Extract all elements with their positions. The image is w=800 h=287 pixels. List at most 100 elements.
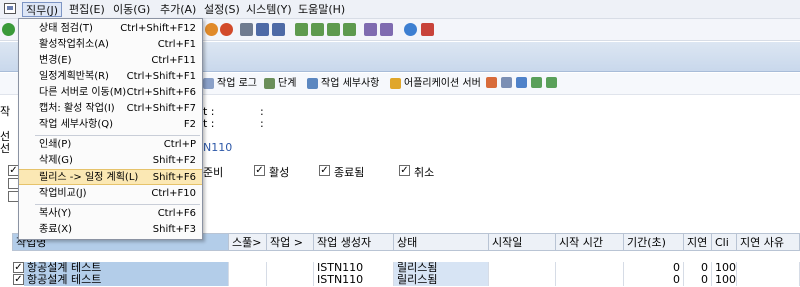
menu-item-release-schedule[interactable]: 릴리스 -> 일정 계획(L) Shift+F6 (19, 169, 202, 185)
menu-item-label: 변경(E) (39, 55, 72, 66)
menu-item-label: 릴리스 -> 일정 계획(L) (39, 172, 139, 183)
app-server-button[interactable]: 어플리케이션 서버 (390, 76, 481, 92)
menu-item-print[interactable]: 인쇄(P) Ctrl+P (19, 137, 202, 153)
menu-item-label: 작업 세부사항(Q) (39, 119, 114, 130)
job-log-button[interactable]: 작업 로그 (203, 76, 257, 92)
job-log-label: 작업 로그 (217, 78, 257, 89)
start-time-cell (556, 274, 624, 286)
field-label-fragment: t : (203, 117, 215, 130)
column-header-duration[interactable]: 기간(초) (624, 233, 684, 251)
previous-page-icon[interactable] (311, 23, 324, 36)
steps-label: 단계 (278, 78, 297, 89)
menu-item-shortcut: Ctrl+F11 (151, 55, 196, 66)
sort-descending-icon[interactable] (546, 77, 557, 88)
status-active-label: 활성 (269, 166, 290, 179)
window-icon[interactable] (4, 3, 16, 14)
menu-help[interactable]: 도움말(H) (295, 2, 348, 17)
job-name-cell: 항공설계 테스트 (24, 274, 229, 286)
delay-cell: 0 (684, 274, 712, 286)
menu-item-change[interactable]: 변경(E) Ctrl+F11 (19, 53, 202, 69)
filter-icon[interactable] (516, 77, 527, 88)
cancel-icon[interactable] (205, 23, 218, 36)
menu-item-label: 다른 서버로 이동(M) (39, 87, 127, 98)
menu-item-label: 삭제(G) (39, 155, 73, 166)
menu-item-compare-jobs[interactable]: 작업비교(J) Ctrl+F10 (19, 186, 202, 202)
status-checkbox-finished[interactable]: ✓ (319, 165, 330, 176)
details-icon (307, 78, 318, 89)
sort-ascending-icon[interactable] (531, 77, 542, 88)
enter-icon[interactable] (2, 23, 15, 36)
print-icon[interactable] (240, 23, 253, 36)
last-page-icon[interactable] (343, 23, 356, 36)
column-header-spool[interactable]: 스풀> (229, 233, 267, 251)
menu-item-shortcut: Ctrl+Shift+F1 (126, 71, 196, 82)
menu-settings[interactable]: 설정(S) (201, 2, 243, 17)
field-label-fragment: 선 (0, 142, 11, 155)
column-header-delay-reason[interactable]: 지연 사유 (737, 233, 800, 251)
table-row[interactable]: 항공설계 테스트 ISTN110 릴리스됨 0 0 100 (12, 262, 800, 274)
menu-item-job-details[interactable]: 작업 세부사항(Q) F2 (19, 117, 202, 133)
duration-cell: 0 (624, 262, 684, 274)
column-header-start-time[interactable]: 시작 시간 (556, 233, 624, 251)
menu-item-status-check[interactable]: 상태 점검(T) Ctrl+Shift+F12 (19, 21, 202, 37)
shortcut-icon[interactable] (380, 23, 393, 36)
menu-item-label: 종료(X) (39, 224, 73, 235)
menu-separator (35, 204, 200, 205)
find-next-icon[interactable] (272, 23, 285, 36)
layout-menu-icon[interactable] (421, 23, 434, 36)
menu-item-cancel-active-job[interactable]: 활성작업취소(A) Ctrl+F1 (19, 37, 202, 53)
menu-goto[interactable]: 이동(G) (110, 2, 153, 17)
menu-item-label: 상태 점검(T) (39, 23, 93, 34)
help-icon[interactable] (404, 23, 417, 36)
column-header-job-doc[interactable]: 작업 > (267, 233, 314, 251)
menu-item-shortcut: Ctrl+Shift+F7 (126, 103, 196, 114)
spool-cell (229, 262, 267, 274)
table-row[interactable]: 항공설계 테스트 ISTN110 릴리스됨 0 0 100 (12, 274, 800, 286)
menu-edit[interactable]: 편집(E) (66, 2, 108, 17)
menu-item-label: 작업비교(J) (39, 188, 87, 199)
app-server-label: 어플리케이션 서버 (404, 78, 481, 89)
job-details-label: 작업 세부사항 (321, 78, 380, 89)
menu-job[interactable]: 직무(J) (22, 2, 63, 17)
status-checkbox-canceled[interactable]: ✓ (399, 165, 410, 176)
column-header-delay[interactable]: 지연 (684, 233, 712, 251)
grid-icon[interactable] (501, 77, 512, 88)
menu-item-capture-active-job[interactable]: 캡처: 활성 작업(I) Ctrl+Shift+F7 (19, 101, 202, 117)
menu-item-shortcut: Shift+F2 (152, 155, 196, 166)
job-details-button[interactable]: 작업 세부사항 (307, 76, 379, 92)
status-checkbox-active[interactable]: ✓ (254, 165, 265, 176)
created-by-cell: ISTN110 (314, 262, 394, 274)
menu-item-shortcut: Ctrl+P (163, 139, 196, 150)
menu-item-move-to-server[interactable]: 다른 서버로 이동(M) Ctrl+Shift+F6 (19, 85, 202, 101)
new-session-icon[interactable] (364, 23, 377, 36)
exit-icon[interactable] (220, 23, 233, 36)
find-icon[interactable] (256, 23, 269, 36)
client-cell: 100 (712, 262, 737, 274)
steps-button[interactable]: 단계 (264, 76, 296, 92)
menu-item-exit[interactable]: 종료(X) Shift+F3 (19, 222, 202, 238)
start-time-cell (556, 262, 624, 274)
first-page-icon[interactable] (295, 23, 308, 36)
column-header-created-by[interactable]: 작업 생성자 (314, 233, 394, 251)
steps-icon (264, 78, 275, 89)
column-header-client[interactable]: Cli (712, 233, 737, 251)
menu-item-shortcut: Ctrl+Shift+F6 (126, 87, 196, 98)
next-page-icon[interactable] (327, 23, 340, 36)
column-header-start-date[interactable]: 시작일 (489, 233, 556, 251)
menu-item-copy[interactable]: 복사(Y) Ctrl+F6 (19, 206, 202, 222)
highlight-icon[interactable] (486, 77, 497, 88)
menu-item-label: 복사(Y) (39, 208, 72, 219)
menu-item-shortcut: Ctrl+F10 (151, 188, 196, 199)
menu-item-delete[interactable]: 삭제(G) Shift+F2 (19, 153, 202, 169)
job-doc-cell (267, 274, 314, 286)
spool-cell (229, 274, 267, 286)
menu-extras[interactable]: 추가(A) (157, 2, 199, 17)
column-header-status[interactable]: 상태 (394, 233, 489, 251)
user-name-value: N110 (203, 141, 233, 154)
start-date-cell (489, 274, 556, 286)
job-name-cell: 항공설계 테스트 (24, 262, 229, 274)
menu-system[interactable]: 시스템(Y) (243, 2, 295, 17)
menu-item-repeat-schedule[interactable]: 일정계획반복(R) Ctrl+Shift+F1 (19, 69, 202, 85)
delay-reason-cell (737, 274, 800, 286)
status-canceled-label: 취소 (414, 166, 435, 179)
